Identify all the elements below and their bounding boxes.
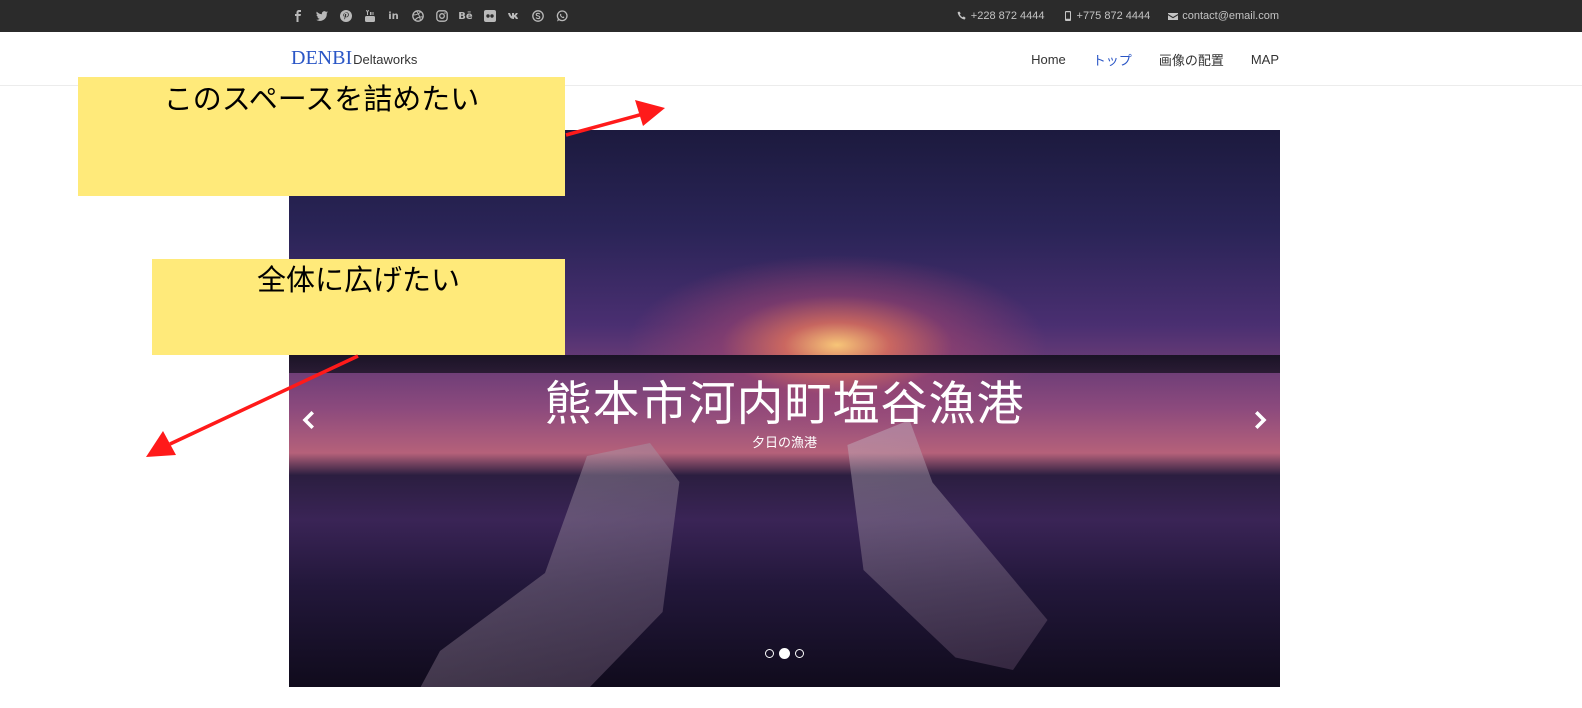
twitter-icon[interactable]: [315, 10, 328, 23]
nav-item-map[interactable]: MAP: [1251, 52, 1279, 67]
mobile-icon: [1064, 11, 1071, 21]
annotation-note-top: このスペースを詰めたい: [78, 77, 565, 196]
nav-item-home[interactable]: Home: [1031, 52, 1066, 67]
email-contact[interactable]: contact@email.com: [1168, 10, 1279, 22]
brand-sub: Deltaworks: [353, 52, 418, 67]
carousel-indicators: [289, 648, 1280, 659]
brand-logo[interactable]: DENBI Deltaworks: [291, 46, 417, 70]
social-links: in Bē: [291, 0, 568, 32]
hero-title: 熊本市河内町塩谷漁港: [544, 377, 1025, 432]
page: in Bē +228 872 4444 +775 872 4444 contac…: [0, 0, 1582, 708]
carousel-dot-2[interactable]: [779, 648, 790, 659]
hero-carousel: 熊本市河内町塩谷漁港 夕日の漁港: [289, 130, 1280, 687]
chevron-left-icon: [302, 411, 314, 429]
top-bar: in Bē +228 872 4444 +775 872 4444 contac…: [0, 0, 1582, 32]
phone-number-2: +775 872 4444: [1076, 10, 1151, 22]
hero-subtitle: 夕日の漁港: [751, 436, 817, 451]
behance-icon[interactable]: Bē: [458, 10, 472, 23]
whatsapp-icon[interactable]: [555, 10, 568, 23]
youtube-icon[interactable]: [363, 10, 376, 23]
vk-icon[interactable]: [507, 10, 520, 23]
envelope-icon: [1168, 13, 1179, 20]
carousel-dot-1[interactable]: [765, 649, 774, 658]
brand-main: DENBI: [291, 47, 353, 69]
nav-menu: Home トップ 画像の配置 MAP: [1031, 32, 1279, 86]
email-address[interactable]: contact@email.com: [1182, 10, 1279, 22]
nav-item-image-layout[interactable]: 画像の配置: [1159, 50, 1224, 69]
phone-number-1: +228 872 4444: [970, 10, 1045, 22]
nav-item-top[interactable]: トップ: [1093, 50, 1132, 69]
carousel-dot-3[interactable]: [795, 649, 804, 658]
facebook-icon[interactable]: [291, 10, 304, 23]
flickr-icon[interactable]: [483, 10, 496, 23]
chevron-right-icon: [1255, 411, 1267, 429]
carousel-prev-button[interactable]: [295, 407, 321, 433]
skype-icon[interactable]: [531, 10, 544, 23]
pinterest-icon[interactable]: [339, 10, 352, 23]
instagram-icon[interactable]: [435, 10, 448, 23]
carousel-next-button[interactable]: [1248, 407, 1274, 433]
phone-icon: [957, 11, 966, 20]
contact-info: +228 872 4444 +775 872 4444 contact@emai…: [957, 0, 1279, 32]
annotation-note-middle: 全体に広げたい: [152, 259, 565, 355]
hero-boat-right: [847, 420, 1048, 670]
phone-contact: +228 872 4444: [957, 10, 1045, 22]
mobile-contact: +775 872 4444: [1063, 10, 1151, 22]
linkedin-icon[interactable]: in: [387, 10, 400, 23]
dribbble-icon[interactable]: [411, 10, 424, 23]
